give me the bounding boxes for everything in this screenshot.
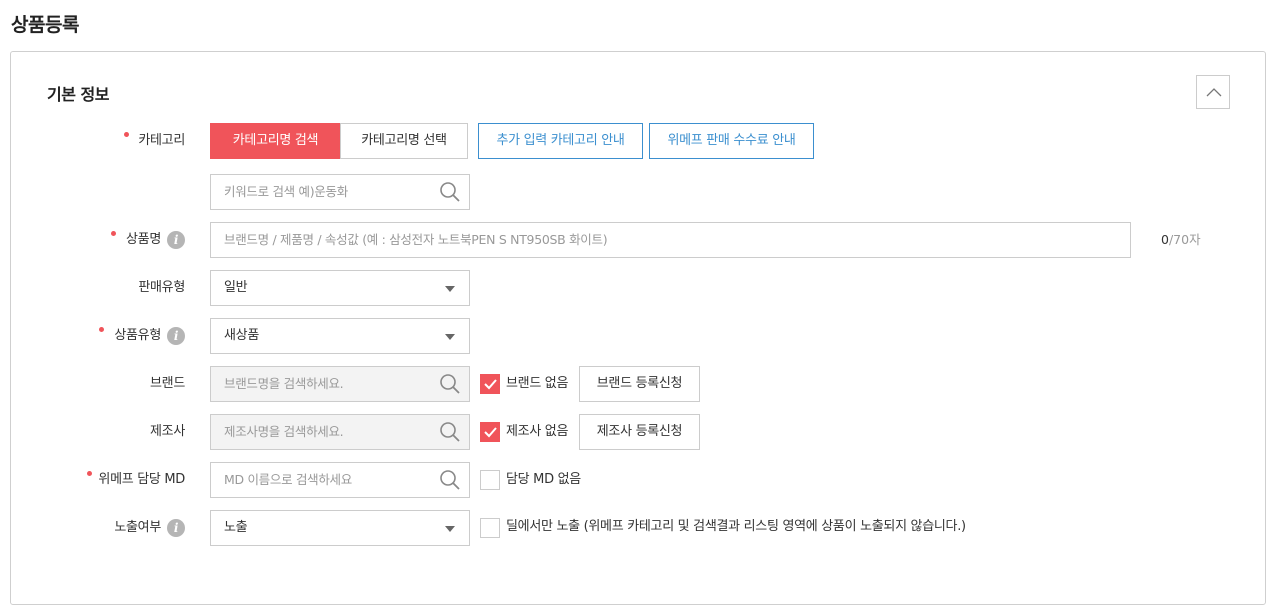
brand-search-input[interactable]: 브랜드명을 검색하세요. xyxy=(210,366,470,402)
product-name-label: 상품명 i xyxy=(126,222,185,258)
exposure-label: 노출여부 i xyxy=(114,510,185,546)
product-name-row: 상품명 i 브랜드명 / 제품명 / 속성값 (예 : 삼성전자 노트북PEN S… xyxy=(11,222,1265,258)
category-keyword-placeholder: 키워드로 검색 예)운동화 xyxy=(224,184,348,199)
category-label: 카테고리 xyxy=(138,133,185,148)
extra-category-guide-button[interactable]: 추가 입력 카테고리 안내 xyxy=(478,123,643,159)
info-icon[interactable]: i xyxy=(167,231,185,249)
manufacturer-placeholder: 제조사명을 검색하세요. xyxy=(224,424,344,439)
product-type-row: 상품유형 i 새상품 xyxy=(11,318,1265,354)
brand-label: 브랜드 xyxy=(150,376,185,391)
exposure-value: 노출 xyxy=(224,520,248,535)
manufacturer-search-input[interactable]: 제조사명을 검색하세요. xyxy=(210,414,470,450)
md-label: 위메프 담당 MD xyxy=(98,472,185,487)
brand-register-button[interactable]: 브랜드 등록신청 xyxy=(579,366,700,402)
category-keyword-input[interactable]: 키워드로 검색 예)운동화 xyxy=(210,174,470,210)
manufacturer-label: 제조사 xyxy=(150,424,185,439)
no-brand-label: 브랜드 없음 xyxy=(506,376,569,391)
tab-category-search[interactable]: 카테고리명 검색 xyxy=(210,123,341,159)
collapse-button[interactable] xyxy=(1196,75,1230,109)
manufacturer-register-button[interactable]: 제조사 등록신청 xyxy=(579,414,700,450)
md-search-input[interactable]: MD 이름으로 검색하세요 xyxy=(210,462,470,498)
checkmark-icon xyxy=(484,379,497,390)
chevron-up-icon xyxy=(1206,88,1222,97)
checkmark-icon xyxy=(484,427,497,438)
required-dot xyxy=(111,231,116,236)
product-name-input[interactable]: 브랜드명 / 제품명 / 속성값 (예 : 삼성전자 노트북PEN S NT95… xyxy=(210,222,1131,258)
caret-down-icon xyxy=(445,286,455,292)
product-name-counter: 0/70자 xyxy=(1161,232,1201,247)
info-icon[interactable]: i xyxy=(167,519,185,537)
no-manufacturer-label: 제조사 없음 xyxy=(506,424,569,439)
manufacturer-row: 제조사 제조사명을 검색하세요. 제조사 없음 제조사 등록신청 xyxy=(11,414,1265,450)
search-icon[interactable] xyxy=(439,181,461,203)
brand-row: 브랜드 브랜드명을 검색하세요. 브랜드 없음 브랜드 등록신청 xyxy=(11,366,1265,402)
md-row: 위메프 담당 MD MD 이름으로 검색하세요 담당 MD 없음 xyxy=(11,462,1265,498)
product-type-select[interactable]: 새상품 xyxy=(210,318,470,354)
required-dot xyxy=(99,327,104,332)
search-icon[interactable] xyxy=(439,469,461,491)
exposure-row: 노출여부 i 노출 딜에서만 노출 (위메프 카테고리 및 검색결과 리스팅 영역… xyxy=(11,510,1265,546)
brand-placeholder: 브랜드명을 검색하세요. xyxy=(224,376,344,391)
sale-type-value: 일반 xyxy=(224,280,248,295)
product-name-placeholder: 브랜드명 / 제품명 / 속성값 (예 : 삼성전자 노트북PEN S NT95… xyxy=(224,232,608,247)
deal-only-label: 딜에서만 노출 (위메프 카테고리 및 검색결과 리스팅 영역에 상품이 노출되… xyxy=(506,519,966,534)
required-dot xyxy=(87,471,92,476)
product-type-label: 상품유형 i xyxy=(114,318,185,354)
fee-guide-button[interactable]: 위메프 판매 수수료 안내 xyxy=(649,123,814,159)
product-type-value: 새상품 xyxy=(224,328,259,343)
no-md-checkbox[interactable] xyxy=(480,470,500,490)
category-keyword-row: 키워드로 검색 예)운동화 xyxy=(11,174,1265,210)
tab-category-select[interactable]: 카테고리명 선택 xyxy=(340,123,468,159)
no-brand-checkbox[interactable] xyxy=(480,374,500,394)
page-title: 상품등록 xyxy=(11,14,79,36)
exposure-select[interactable]: 노출 xyxy=(210,510,470,546)
category-row: 카테고리 카테고리명 검색 카테고리명 선택 추가 입력 카테고리 안내 위메프… xyxy=(11,123,1265,159)
section-title: 기본 정보 xyxy=(47,85,109,104)
basic-info-panel: 기본 정보 카테고리 카테고리명 검색 카테고리명 선택 추가 입력 카테고리 … xyxy=(10,51,1266,605)
deal-only-checkbox[interactable] xyxy=(480,518,500,538)
search-icon[interactable] xyxy=(439,421,461,443)
search-icon[interactable] xyxy=(439,373,461,395)
caret-down-icon xyxy=(445,526,455,532)
sale-type-select[interactable]: 일반 xyxy=(210,270,470,306)
sale-type-row: 판매유형 일반 xyxy=(11,270,1265,306)
no-md-label: 담당 MD 없음 xyxy=(506,472,581,487)
caret-down-icon xyxy=(445,334,455,340)
no-manufacturer-checkbox[interactable] xyxy=(480,422,500,442)
required-dot xyxy=(124,132,129,137)
md-placeholder: MD 이름으로 검색하세요 xyxy=(224,472,352,487)
info-icon[interactable]: i xyxy=(167,327,185,345)
sale-type-label: 판매유형 xyxy=(138,280,185,295)
